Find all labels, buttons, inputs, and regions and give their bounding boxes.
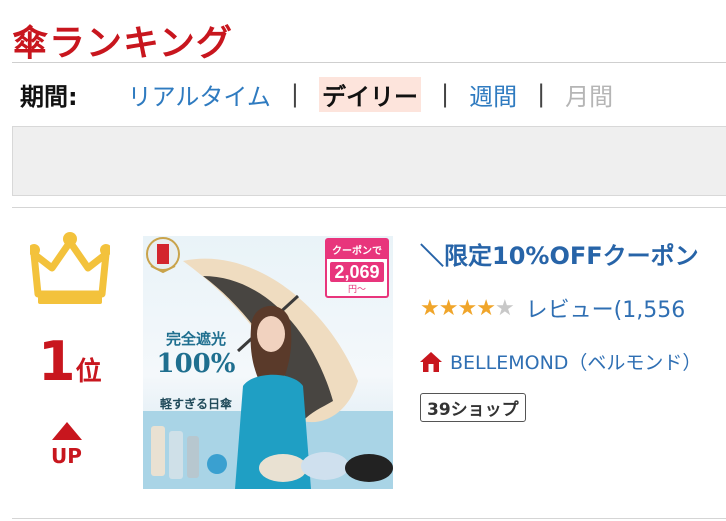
page-title: 傘ランキング [12, 23, 233, 64]
divider [12, 518, 726, 519]
filter-bar [12, 126, 726, 196]
crown-icon [30, 232, 110, 304]
thumbnail-copy: 完全遮光 100% 軽すぎる日傘 [153, 328, 239, 412]
rating-row: ★★★★★ レビュー(1,556 [420, 292, 685, 324]
period-selector: 期間: リアルタイム | デイリー | 週間 | 月間 [20, 76, 613, 112]
house-icon [420, 351, 442, 372]
thumbnail-copy-line: 100% [156, 349, 236, 379]
ranking-page: 傘ランキング 期間: リアルタイム | デイリー | 週間 | 月間 1位 UP [0, 0, 726, 521]
star-filled-icon: ★ [438, 295, 459, 321]
thumbnail-copy-line: 軽すぎる日傘 [159, 397, 232, 411]
star-filled-icon: ★ [457, 295, 477, 321]
period-label: 期間: [20, 82, 78, 111]
review-link[interactable]: レビュー(1,556 [526, 292, 686, 324]
tab-separator: | [440, 80, 450, 108]
tab-daily[interactable]: デイリー [318, 76, 421, 112]
star-rating: ★★★★★ [420, 295, 515, 321]
product-image[interactable]: クーポンで 2,069 円〜 完全遮光 100% 軽すぎる日傘 [143, 236, 393, 489]
rank-suffix: 位 [75, 357, 102, 387]
star-empty-icon: ★ [494, 295, 515, 321]
tab-realtime[interactable]: リアルタイム [128, 77, 271, 112]
rank-number: 1 [38, 330, 76, 393]
shop-row[interactable]: BELLEMOND（ベルモンド） [420, 348, 701, 375]
tab-separator: | [537, 80, 546, 108]
tab-separator: | [290, 80, 299, 108]
award-badge-icon [146, 237, 180, 274]
star-filled-icon: ★ [420, 295, 440, 321]
product-title-link[interactable]: ＼限定10%OFFクーポン [420, 236, 699, 271]
trend-label: UP [51, 444, 82, 468]
coupon-tag: クーポンで [327, 240, 387, 259]
star-filled-icon: ★ [476, 295, 496, 321]
thumbnail-copy-line: 完全遮光 [165, 330, 226, 348]
tab-weekly[interactable]: 週間 [469, 77, 517, 112]
coupon-badge: クーポンで 2,069 円〜 [325, 238, 389, 298]
up-arrow-icon [52, 422, 82, 440]
rank-label: 1位 [38, 332, 102, 392]
coupon-unit: 円〜 [347, 284, 366, 294]
divider [12, 207, 726, 208]
tab-monthly: 月間 [565, 82, 614, 111]
coupon-price: 2,069 [330, 262, 384, 282]
divider [12, 62, 726, 63]
shop-badge: 39ショップ [420, 393, 526, 422]
shop-name-link[interactable]: BELLEMOND（ベルモンド） [450, 348, 701, 375]
